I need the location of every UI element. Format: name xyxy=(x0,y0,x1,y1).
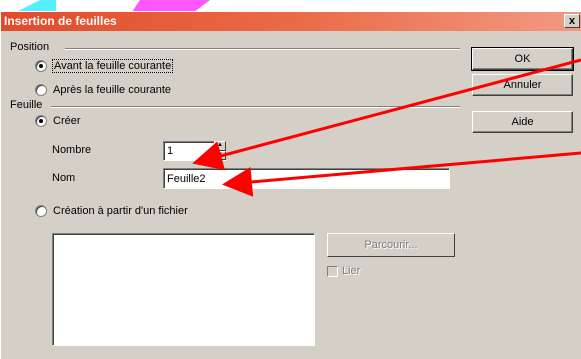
count-spinner[interactable]: ▲ ▼ xyxy=(214,141,226,160)
radio-after-current[interactable]: Après la feuille courante xyxy=(35,84,171,96)
radio-from-file-indicator[interactable] xyxy=(35,205,47,217)
count-label: Nombre xyxy=(52,144,92,156)
radio-from-file-label: Création à partir d'un fichier xyxy=(53,205,188,217)
radio-before-current[interactable]: Avant la feuille courante xyxy=(35,59,174,73)
cancel-button[interactable]: Annuler xyxy=(472,74,573,96)
ok-button[interactable]: OK xyxy=(471,47,574,71)
name-input[interactable] xyxy=(163,168,450,189)
radio-from-file[interactable]: Création à partir d'un fichier xyxy=(35,205,188,217)
link-checkbox-box[interactable] xyxy=(327,265,338,277)
close-button[interactable]: x xyxy=(564,14,580,28)
radio-after-indicator[interactable] xyxy=(35,84,47,96)
insert-sheet-dialog: Insertion de feuilles x Position Avant l… xyxy=(0,11,581,359)
link-checkbox-label: Lier xyxy=(342,265,361,277)
radio-create-indicator[interactable] xyxy=(35,115,47,127)
radio-create-label: Créer xyxy=(53,115,81,127)
title-bar: Insertion de feuilles x xyxy=(1,12,581,31)
radio-before-label: Avant la feuille courante xyxy=(51,59,174,73)
sheet-group-label: Feuille xyxy=(10,99,43,111)
position-group-label: Position xyxy=(10,41,50,53)
browse-button[interactable]: Parcourir... xyxy=(327,233,455,257)
sheet-separator xyxy=(51,106,460,108)
position-separator xyxy=(65,48,460,50)
spin-up-icon[interactable]: ▲ xyxy=(214,141,226,151)
radio-after-label: Après la feuille courante xyxy=(53,84,172,96)
spin-down-icon[interactable]: ▼ xyxy=(214,150,226,160)
radio-before-indicator[interactable] xyxy=(35,60,47,72)
name-label: Nom xyxy=(52,172,76,184)
link-checkbox[interactable]: Lier xyxy=(327,265,360,277)
radio-create[interactable]: Créer xyxy=(35,115,81,127)
help-button[interactable]: Aide xyxy=(472,111,573,133)
file-list[interactable] xyxy=(52,233,315,346)
dialog-title: Insertion de feuilles xyxy=(4,14,117,28)
